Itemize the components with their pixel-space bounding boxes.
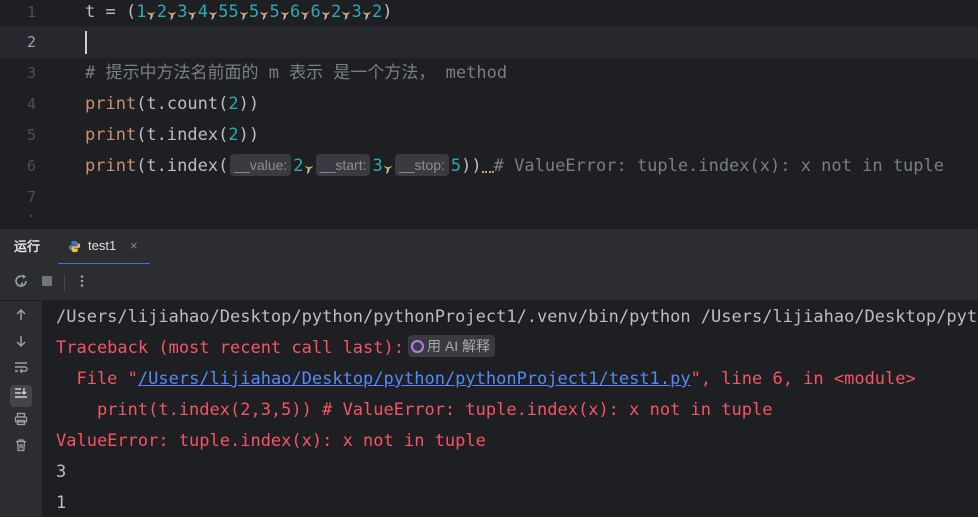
code-line-3[interactable]: 3 # 提示中方法名前面的 m 表示 是一个方法， method xyxy=(0,58,978,89)
line-number: · xyxy=(26,207,36,225)
more-options-icon[interactable] xyxy=(72,273,92,293)
line-number: 4 xyxy=(26,95,36,113)
line-number: 5 xyxy=(26,126,36,144)
tuple-number: 2 xyxy=(371,2,383,22)
file-path-link[interactable]: /Users/lijiahao/Desktop/python/pythonPro… xyxy=(138,369,691,389)
stop-icon[interactable] xyxy=(37,273,57,293)
close-tab-icon[interactable]: × xyxy=(130,229,138,263)
scroll-down-icon[interactable] xyxy=(10,333,32,355)
error-message: ValueError: tuple.index(x): x not in tup… xyxy=(56,431,486,451)
param-hint-value: __value: xyxy=(230,154,292,176)
tuple-number: 3 xyxy=(177,2,188,22)
explain-with-ai-button[interactable]: 用 AI 解释 xyxy=(408,335,496,357)
traceback-code-line: print(t.index(2,3,5)) # ValueError: tupl… xyxy=(56,400,773,420)
python-icon xyxy=(68,240,81,253)
code-line-7[interactable]: 7 xyxy=(0,182,978,213)
line-number: 2 xyxy=(26,33,36,51)
tuple-number: 55 xyxy=(218,2,239,22)
code-text: print(t.index(2)) xyxy=(85,125,260,145)
console-command-line: /Users/lijiahao/Desktop/python/pythonPro… xyxy=(56,307,978,327)
scroll-to-end-icon[interactable] xyxy=(10,385,32,407)
output-line: 3 xyxy=(56,462,67,482)
code-line-8[interactable]: · xyxy=(0,207,978,228)
run-panel-title: 运行 xyxy=(14,239,41,254)
param-hint-stop: __stop: xyxy=(394,154,449,176)
run-tool-window-header: 运行 test1 × xyxy=(0,228,978,265)
code-line-1[interactable]: 1 t = (1,2,3,4,55,5,5,6,6,2,3,2) xyxy=(0,0,978,28)
tuple-number: 6 xyxy=(289,2,301,22)
console-side-toolbar xyxy=(0,301,42,517)
tuple-number: 4 xyxy=(197,2,208,22)
tuple-number: 2 xyxy=(156,2,167,22)
traceback-header: Traceback (most recent call last): 用 AI 解… xyxy=(56,333,496,364)
tuple-number: 2 xyxy=(330,2,342,22)
print-icon[interactable] xyxy=(10,411,32,433)
code-comment: # 提示中方法名前面的 m 表示 是一个方法， method xyxy=(85,63,508,83)
param-hint-start: __start: xyxy=(315,154,371,176)
line-number: 3 xyxy=(26,64,36,82)
code-line-5[interactable]: 5 print(t.index(2)) xyxy=(0,120,978,151)
clear-trash-icon[interactable] xyxy=(10,437,32,459)
code-text: t = (1,2,3,4,55,5,5,6,6,2,3,2) xyxy=(85,2,393,22)
tab-label: test1 xyxy=(88,238,117,253)
code-line-2[interactable]: 2 xyxy=(0,27,978,58)
tuple-number: 3 xyxy=(351,2,362,22)
code-text: print(t.index(__value: 2, __start: 3, __stop… xyxy=(85,154,944,176)
tab-test1[interactable]: test1 × xyxy=(58,229,150,265)
tuple-number: 1 xyxy=(136,2,147,22)
code-text: print(t.count(2)) xyxy=(85,94,260,114)
line-number: 1 xyxy=(26,3,36,21)
line-number: 6 xyxy=(26,157,36,175)
tuple-number: 6 xyxy=(310,2,321,22)
output-line: 1 xyxy=(56,493,67,513)
tuple-number: 5 xyxy=(269,2,280,22)
warning-squiggle xyxy=(481,168,494,173)
scroll-up-icon[interactable] xyxy=(10,307,32,329)
soft-wrap-icon[interactable] xyxy=(10,359,32,381)
run-toolbar xyxy=(0,264,978,301)
text-caret xyxy=(85,31,87,54)
console-output[interactable]: /Users/lijiahao/Desktop/python/pythonPro… xyxy=(42,301,978,517)
ai-assistant-icon xyxy=(411,340,424,353)
toolbar-divider xyxy=(64,274,65,292)
code-line-4[interactable]: 4 print(t.count(2)) xyxy=(0,89,978,120)
code-line-6[interactable]: 6 print(t.index(__value: 2, __start: 3, __st… xyxy=(0,151,978,182)
traceback-file-line: File "/Users/lijiahao/Desktop/python/pyt… xyxy=(56,369,916,389)
code-editor[interactable]: 1 t = (1,2,3,4,55,5,5,6,6,2,3,2) 2 3 # 提… xyxy=(0,0,978,228)
code-comment: # ValueError: tuple.index(x): x not in t… xyxy=(493,156,944,176)
tuple-number: 5 xyxy=(248,2,260,22)
rerun-icon[interactable] xyxy=(11,273,31,293)
